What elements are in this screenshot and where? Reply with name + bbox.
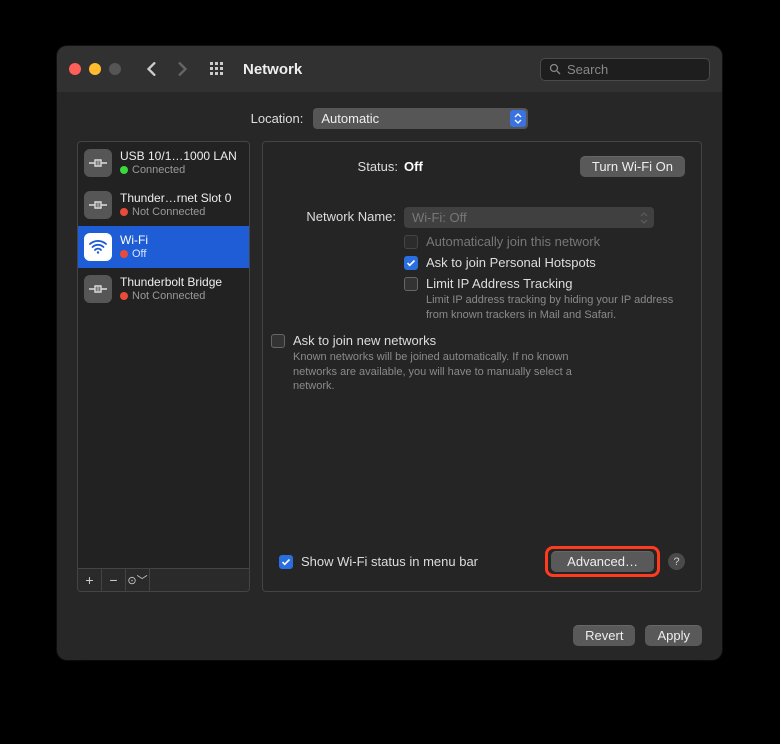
forward-button[interactable] [175,62,189,76]
help-button[interactable]: ? [668,553,685,570]
wifi-icon [84,233,112,261]
interfaces-sidebar: USB 10/1…1000 LAN Connected Thunder…rnet… [77,141,250,592]
interface-actions-button[interactable]: ⊙﹀ [126,569,150,591]
main-panel: Status: Off Turn Wi-Fi On Network Name: … [262,141,702,592]
back-button[interactable] [145,62,159,76]
location-select[interactable]: Automatic [313,108,528,129]
close-icon[interactable] [69,63,81,75]
ethernet-icon [84,191,112,219]
network-name-value: Wi-Fi: Off [412,210,467,225]
footer-buttons: Revert Apply [573,625,702,646]
updown-icon [640,212,652,224]
location-label: Location: [251,111,304,126]
apply-button[interactable]: Apply [645,625,702,646]
show-menubar-checkbox[interactable] [279,555,293,569]
ask-new-help: Known networks will be joined automatica… [293,350,573,395]
sidebar-item-thunderbolt-bridge[interactable]: Thunderbolt Bridge Not Connected [78,268,249,310]
personal-hotspot-checkbox[interactable] [404,256,418,270]
status-dot-icon [120,166,128,174]
turn-wifi-on-button[interactable]: Turn Wi-Fi On [580,156,685,177]
sidebar-item-label: Thunderbolt Bridge [120,275,222,289]
sidebar-item-thunder-slot0[interactable]: Thunder…rnet Slot 0 Not Connected [78,184,249,226]
ask-new-label: Ask to join new networks [293,333,436,348]
show-all-icon[interactable] [209,61,225,77]
location-value: Automatic [321,111,379,126]
limit-ip-checkbox[interactable] [404,277,418,291]
status-dot-icon [120,292,128,300]
sidebar-item-wifi[interactable]: Wi-Fi Off [78,226,249,268]
status-dot-icon [120,208,128,216]
limit-ip-help: Limit IP address tracking by hiding your… [426,293,685,323]
network-name-select[interactable]: Wi-Fi: Off [404,207,654,228]
search-input[interactable]: Search [540,58,710,81]
limit-ip-label: Limit IP Address Tracking [426,276,572,291]
nav-arrows [145,62,189,76]
status-dot-icon [120,250,128,258]
show-menubar-label: Show Wi-Fi status in menu bar [301,554,478,569]
updown-icon [510,110,526,127]
location-row: Location: Automatic [57,92,722,141]
search-placeholder: Search [567,62,608,77]
remove-interface-button[interactable]: − [102,569,126,591]
ethernet-icon [84,149,112,177]
status-value: Off [404,159,423,174]
sidebar-item-label: USB 10/1…1000 LAN [120,149,237,163]
network-prefs-window: Network Search Location: Automatic USB 1… [57,46,722,660]
search-icon [549,63,561,75]
sidebar-item-label: Thunder…rnet Slot 0 [120,191,231,205]
titlebar: Network Search [57,46,722,92]
personal-hotspot-label: Ask to join Personal Hotspots [426,255,596,270]
sidebar-item-usb-lan[interactable]: USB 10/1…1000 LAN Connected [78,142,249,184]
zoom-icon[interactable] [109,63,121,75]
ethernet-icon [84,275,112,303]
advanced-highlight: Advanced… [545,546,660,577]
sidebar-item-label: Wi-Fi [120,233,148,247]
advanced-button[interactable]: Advanced… [551,551,654,572]
auto-join-label: Automatically join this network [426,234,600,249]
status-label: Status: [279,159,404,174]
window-controls [69,63,121,75]
add-interface-button[interactable]: + [78,569,102,591]
sidebar-footer: + − ⊙﹀ [78,568,249,591]
ask-new-checkbox[interactable] [271,334,285,348]
minimize-icon[interactable] [89,63,101,75]
revert-button[interactable]: Revert [573,625,635,646]
window-title: Network [243,61,302,78]
auto-join-checkbox [404,235,418,249]
